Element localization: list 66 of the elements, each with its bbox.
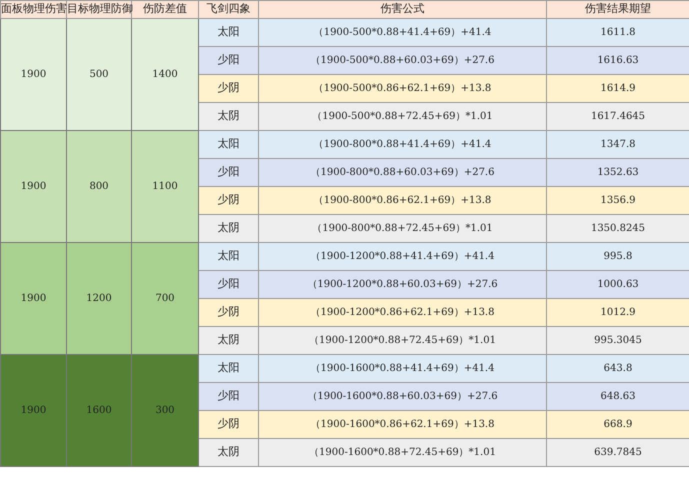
- table-cell: 1012.9: [546, 298, 689, 326]
- table-cell: 995.8: [546, 242, 689, 270]
- table-cell: 太阳: [198, 130, 258, 158]
- table-cell: （1900-800*0.88+60.03+69）+27.6: [258, 158, 546, 186]
- column-header: 目标物理防御: [66, 0, 132, 18]
- table-cell: 1616.63: [546, 46, 689, 74]
- table-cell: 643.8: [546, 354, 689, 382]
- table-cell: 668.9: [546, 410, 689, 438]
- table-cell: 1900: [0, 354, 66, 466]
- table-cell: 500: [66, 18, 132, 130]
- table-cell: 1900: [0, 130, 66, 242]
- table-cell: 太阴: [198, 214, 258, 242]
- table-cell: 少阴: [198, 186, 258, 214]
- table-cell: （1900-1200*0.88+60.03+69）+27.6: [258, 270, 546, 298]
- table-cell: 少阳: [198, 270, 258, 298]
- table-cell: （1900-1200*0.86+62.1+69）+13.8: [258, 298, 546, 326]
- table-cell: 少阳: [198, 46, 258, 74]
- table-cell: （1900-1200*0.88+41.4+69）+41.4: [258, 242, 546, 270]
- table-cell: 少阴: [198, 410, 258, 438]
- table-cell: （1900-800*0.88+41.4+69）+41.4: [258, 130, 546, 158]
- table-cell: 1617.4645: [546, 102, 689, 130]
- table-cell: 995.3045: [546, 326, 689, 354]
- column-header: 伤害结果期望: [546, 0, 689, 18]
- table-cell: 太阴: [198, 438, 258, 466]
- table-cell: （1900-1600*0.88+41.4+69）+41.4: [258, 354, 546, 382]
- table-cell: 1900: [0, 242, 66, 354]
- table-cell: （1900-800*0.86+62.1+69）+13.8: [258, 186, 546, 214]
- table-cell: （1900-500*0.88+41.4+69）+41.4: [258, 18, 546, 46]
- table-cell: 少阳: [198, 382, 258, 410]
- table-cell: 1900: [0, 18, 66, 130]
- table-cell: 少阴: [198, 74, 258, 102]
- table-cell: 太阳: [198, 242, 258, 270]
- table-cell: 639.7845: [546, 438, 689, 466]
- table-cell: （1900-500*0.88+72.45+69）*1.01: [258, 102, 546, 130]
- table-cell: 300: [132, 354, 198, 466]
- column-header: 飞剑四象: [198, 0, 258, 18]
- table-cell: 少阴: [198, 298, 258, 326]
- table-cell: 1611.8: [546, 18, 689, 46]
- table-cell: 1352.63: [546, 158, 689, 186]
- table-cell: 700: [132, 242, 198, 354]
- table-cell: 800: [66, 130, 132, 242]
- table-cell: （1900-1200*0.88+72.45+69）*1.01: [258, 326, 546, 354]
- table-cell: 1600: [66, 354, 132, 466]
- table-cell: 1000.63: [546, 270, 689, 298]
- table-cell: 1100: [132, 130, 198, 242]
- table-cell: 1400: [132, 18, 198, 130]
- table-cell: （1900-1600*0.88+72.45+69）*1.01: [258, 438, 546, 466]
- table-cell: 1614.9: [546, 74, 689, 102]
- table-cell: （1900-1600*0.88+60.03+69）+27.6: [258, 382, 546, 410]
- table-cell: 1200: [66, 242, 132, 354]
- table-cell: 1350.8245: [546, 214, 689, 242]
- table-cell: 太阳: [198, 18, 258, 46]
- table-cell: （1900-1600*0.86+62.1+69）+13.8: [258, 410, 546, 438]
- table-cell: 1356.9: [546, 186, 689, 214]
- table-cell: 少阳: [198, 158, 258, 186]
- table-cell: （1900-800*0.88+72.45+69）*1.01: [258, 214, 546, 242]
- table-cell: 太阳: [198, 354, 258, 382]
- table-cell: 648.63: [546, 382, 689, 410]
- column-header: 面板物理伤害: [0, 0, 66, 18]
- column-header: 伤害公式: [258, 0, 546, 18]
- table-cell: 太阴: [198, 102, 258, 130]
- table-cell: （1900-500*0.88+60.03+69）+27.6: [258, 46, 546, 74]
- table-cell: 太阴: [198, 326, 258, 354]
- table-cell: （1900-500*0.86+62.1+69）+13.8: [258, 74, 546, 102]
- column-header: 伤防差值: [132, 0, 198, 18]
- table-cell: 1347.8: [546, 130, 689, 158]
